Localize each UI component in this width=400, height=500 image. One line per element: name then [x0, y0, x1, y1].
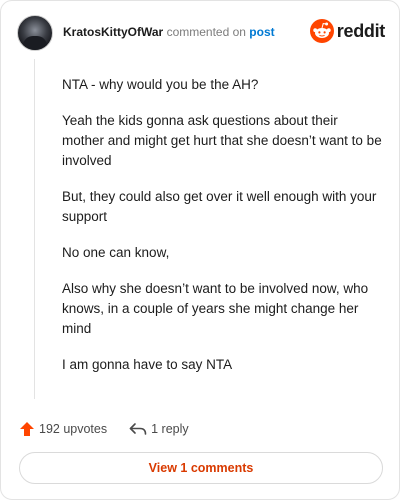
- comment-paragraph: But, they could also get over it well en…: [62, 189, 377, 224]
- comment-paragraph: NTA - why would you be the AH?: [62, 77, 259, 92]
- comment-paragraph: Also why she doesn’t want to be involved…: [62, 281, 369, 336]
- comment-paragraph: I am gonna have to say NTA: [62, 357, 233, 372]
- upvote-button[interactable]: 192 upvotes: [19, 421, 107, 437]
- reply-count: 1 reply: [151, 422, 189, 436]
- comment-card: KratosKittyOfWar commented on post reddi…: [0, 0, 400, 500]
- reddit-brand[interactable]: reddit: [309, 19, 386, 43]
- username-link[interactable]: KratosKittyOfWar: [63, 25, 163, 39]
- upvote-count: 192 upvotes: [39, 422, 108, 436]
- comment-actions: 192 upvotes 1 reply: [19, 419, 379, 439]
- reply-button[interactable]: 1 reply: [129, 422, 189, 436]
- commented-on-text: commented on: [163, 25, 250, 39]
- view-comments-button[interactable]: View 1 comments: [19, 452, 383, 484]
- upvote-arrow-icon: [20, 422, 34, 436]
- avatar[interactable]: [17, 15, 53, 51]
- comment-body: NTA - why would you be the AH? Yeah the …: [62, 75, 382, 391]
- reddit-wordmark: reddit: [336, 20, 386, 41]
- comment-paragraph: Yeah the kids gonna ask questions about …: [62, 113, 382, 168]
- post-link[interactable]: post: [249, 25, 274, 39]
- avatar-figure: [23, 36, 47, 50]
- thread-line: [34, 59, 35, 399]
- reply-arrow-icon: [129, 423, 147, 435]
- reddit-logo-icon: [309, 19, 334, 43]
- comment-attribution: KratosKittyOfWar commented on post: [63, 25, 275, 39]
- comment-paragraph: No one can know,: [62, 245, 170, 260]
- comment-header: KratosKittyOfWar commented on post reddi…: [17, 15, 385, 51]
